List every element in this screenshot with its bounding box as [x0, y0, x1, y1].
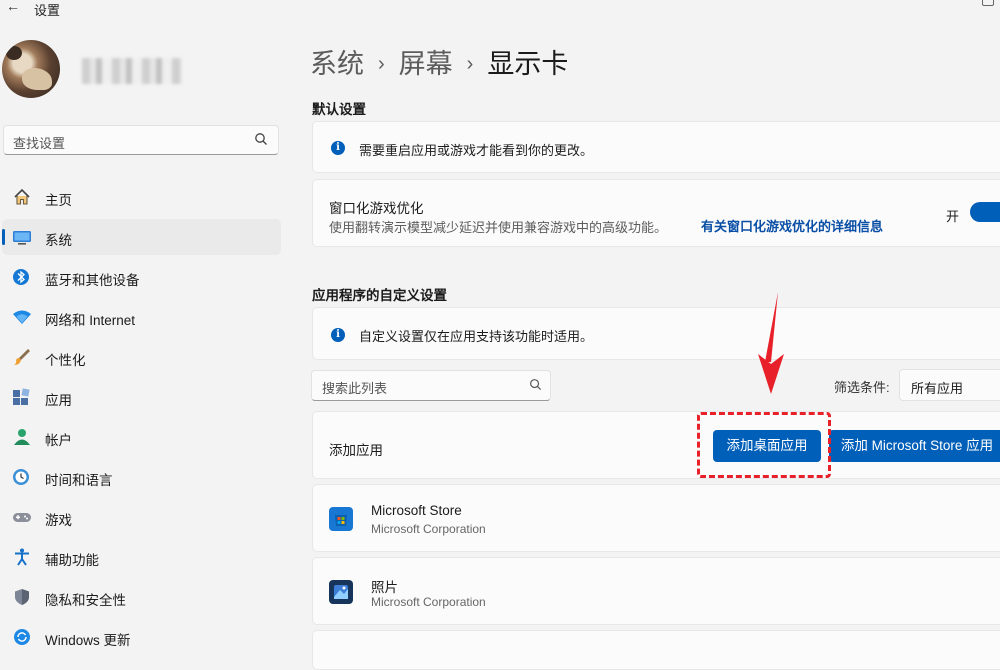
info-icon: i: [331, 328, 345, 342]
breadcrumb-display[interactable]: 屏幕: [399, 49, 453, 79]
user-name-blurred: [82, 58, 182, 84]
breadcrumb: 系统 › 屏幕 › 显示卡: [310, 42, 568, 81]
restart-info-card: i 需要重启应用或游戏才能看到你的更改。: [312, 121, 1000, 173]
info-text: 需要重启应用或游戏才能看到你的更改。: [359, 143, 594, 158]
bluetooth-icon: [12, 268, 32, 286]
app-publisher: Microsoft Corporation: [371, 522, 486, 536]
chevron-right-icon: ›: [466, 53, 474, 75]
sidebar-item-gaming[interactable]: 游戏: [2, 499, 281, 535]
filter-dropdown[interactable]: 所有应用: [899, 369, 1000, 401]
active-indicator: [2, 229, 5, 245]
app-row-partial[interactable]: [312, 630, 1000, 670]
sidebar-item-privacy[interactable]: 隐私和安全性: [2, 579, 281, 615]
update-icon: [12, 628, 32, 646]
sidebar-item-bluetooth[interactable]: 蓝牙和其他设备: [2, 259, 281, 295]
sidebar-item-accounts[interactable]: 帐户: [2, 419, 281, 455]
account-icon: [12, 428, 32, 446]
filter-label: 筛选条件:: [834, 380, 890, 395]
app-publisher: Microsoft Corporation: [371, 595, 486, 609]
windowed-opt-toggle[interactable]: [970, 202, 1000, 222]
list-search-input[interactable]: 搜索此列表: [311, 370, 551, 401]
breadcrumb-system[interactable]: 系统: [310, 49, 364, 79]
system-display-icon: [12, 228, 32, 246]
avatar[interactable]: [2, 40, 60, 98]
sidebar-item-label: 网络和 Internet: [45, 313, 136, 328]
home-icon: [12, 188, 32, 206]
sidebar-item-accessibility[interactable]: 辅助功能: [2, 539, 281, 575]
add-app-label: 添加应用: [329, 443, 383, 458]
sidebar-item-label: 个性化: [45, 353, 86, 368]
clock-globe-icon: [12, 468, 32, 486]
search-icon: [529, 378, 542, 396]
photos-icon: [329, 580, 353, 604]
page-title: 显示卡: [487, 49, 569, 79]
microsoft-store-icon: [329, 507, 353, 531]
sidebar-item-label: 蓝牙和其他设备: [45, 273, 140, 288]
shield-icon: [12, 588, 32, 606]
sidebar-item-network[interactable]: 网络和 Internet: [2, 299, 281, 335]
settings-search-input[interactable]: 查找设置: [3, 125, 279, 155]
sidebar-item-time-language[interactable]: 时间和语言: [2, 459, 281, 495]
app-name: 照片: [371, 580, 398, 595]
add-store-app-button[interactable]: 添加 Microsoft Store 应用: [829, 430, 1000, 462]
sidebar-item-label: 应用: [45, 393, 72, 408]
sidebar-item-label: 时间和语言: [45, 473, 113, 488]
app-row-microsoft-store[interactable]: Microsoft Store Microsoft Corporation ⌄: [312, 484, 1000, 552]
sidebar-item-label: 辅助功能: [45, 553, 99, 568]
accessibility-icon: [12, 548, 32, 566]
sidebar-item-label: 隐私和安全性: [45, 593, 126, 608]
info-text: 自定义设置仅在应用支持该功能时适用。: [359, 329, 594, 344]
gamepad-icon: [12, 508, 32, 526]
window-title: 设置: [34, 3, 61, 18]
sidebar-item-home[interactable]: 主页: [2, 179, 281, 215]
sidebar-item-label: 系统: [45, 233, 72, 248]
custom-info-card: i 自定义设置仅在应用支持该功能时适用。: [312, 307, 1000, 360]
sidebar-item-label: 游戏: [45, 513, 72, 528]
back-button[interactable]: ←: [6, 0, 20, 14]
windowed-opt-link[interactable]: 有关窗口化游戏优化的详细信息: [701, 216, 883, 235]
search-placeholder: 查找设置: [13, 136, 66, 151]
maximize-icon[interactable]: [982, 0, 994, 6]
section-heading-default: 默认设置: [312, 102, 366, 117]
windowed-optimization-card: 窗口化游戏优化 使用翻转演示模型减少延迟并使用兼容游戏中的高级功能。 有关窗口化…: [312, 179, 1000, 247]
sidebar-item-label: 主页: [45, 193, 72, 208]
sidebar-item-personalization[interactable]: 个性化: [2, 339, 281, 375]
windowed-opt-desc: 使用翻转演示模型减少延迟并使用兼容游戏中的高级功能。: [329, 220, 668, 235]
app-row-photos[interactable]: 照片 Microsoft Corporation ⌄: [312, 557, 1000, 625]
apps-icon: [12, 388, 32, 406]
brush-icon: [12, 348, 32, 366]
annotation-arrow-icon: [758, 292, 784, 394]
sidebar-item-label: Windows 更新: [45, 633, 131, 648]
highlight-box: [697, 412, 831, 478]
sidebar-item-system[interactable]: 系统: [2, 219, 281, 255]
search-placeholder: 搜索此列表: [322, 381, 388, 396]
info-icon: i: [331, 141, 345, 155]
app-name: Microsoft Store: [371, 503, 462, 518]
windowed-opt-title: 窗口化游戏优化: [329, 201, 424, 216]
wifi-icon: [12, 308, 32, 326]
section-heading-app-custom: 应用程序的自定义设置: [312, 288, 447, 303]
toggle-state-label: 开: [946, 209, 960, 224]
sidebar-item-label: 帐户: [45, 433, 72, 448]
chevron-right-icon: ›: [378, 53, 385, 75]
filter-value: 所有应用: [911, 381, 964, 396]
search-icon: [254, 132, 268, 151]
sidebar-item-apps[interactable]: 应用: [2, 379, 281, 415]
